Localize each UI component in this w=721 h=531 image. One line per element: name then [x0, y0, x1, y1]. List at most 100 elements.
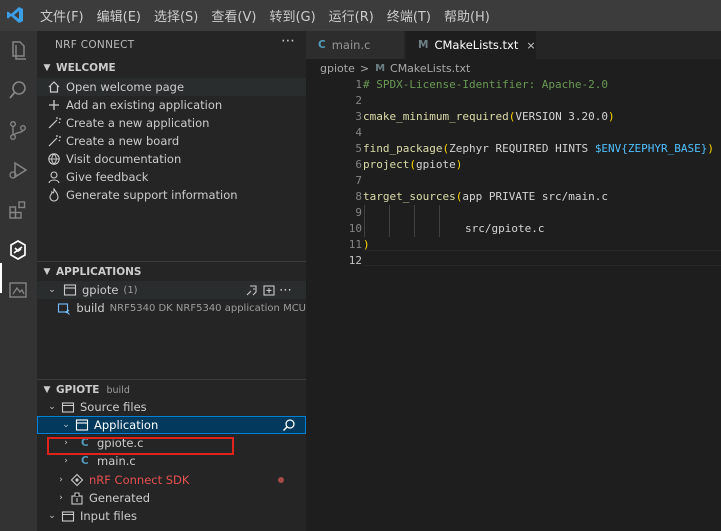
line-number: 4 [355, 126, 362, 139]
code-function: target_sources [363, 190, 456, 203]
code-line-3: cmake_minimum_required(VERSION 3.20.0) [363, 110, 615, 123]
chevron-down-icon: ▼ [43, 267, 51, 277]
tree-label: Input files [80, 509, 137, 523]
chevron-down-icon: ⌄ [48, 402, 56, 412]
tree-label: Generated [89, 491, 151, 505]
tree-application[interactable]: ⌄ Application [37, 416, 306, 434]
menu-file[interactable]: 文件(F) [40, 6, 84, 25]
welcome-item-add-existing[interactable]: Add an existing application [37, 96, 306, 114]
activity-bar [0, 31, 37, 531]
code-function: find_package [363, 142, 443, 155]
globe-icon [48, 153, 60, 165]
nrf-connect-sidebar: NRF CONNECT ⋯ ▼ WELCOME Open welcome pag… [37, 31, 306, 531]
welcome-item-create-board[interactable]: Create a new board [37, 132, 306, 150]
menu-view[interactable]: 查看(V) [211, 6, 256, 25]
tab-cmakelists[interactable]: M CMakeLists.txt × [406, 31, 536, 59]
breadcrumb-file[interactable]: CMakeLists.txt [390, 62, 470, 75]
gpiote-section-header[interactable]: ▼ GPIOTE build [37, 379, 306, 400]
build-config-icon [58, 303, 71, 315]
breadcrumb-folder[interactable]: gpiote [320, 62, 355, 75]
line-number: 3 [355, 110, 362, 123]
tree-input-files[interactable]: ⌄ Input files [37, 507, 306, 525]
welcome-item-label: Give feedback [66, 170, 149, 184]
sdk-icon [70, 473, 84, 487]
tree-label: Application [94, 418, 159, 432]
breadcrumb-separator: > [359, 61, 370, 75]
tree-source-files[interactable]: ⌄ Source files [37, 398, 306, 416]
application-window-icon [63, 284, 77, 296]
devicetree-icon[interactable] [7, 279, 29, 301]
run-debug-icon[interactable] [7, 159, 29, 181]
plus-icon [49, 100, 59, 110]
search-icon[interactable] [282, 418, 296, 432]
tree-label: nRF Connect SDK [89, 473, 190, 487]
chevron-right-icon: › [64, 456, 68, 466]
board-icon [48, 135, 61, 147]
menu-run[interactable]: 运行(R) [329, 6, 374, 25]
code-line-5: find_package(Zephyr REQUIRED HINTS $ENV{… [363, 142, 715, 155]
welcome-item-feedback[interactable]: Give feedback [37, 168, 306, 186]
app-more-actions-icon[interactable]: ⋯ [279, 283, 292, 298]
welcome-item-docs[interactable]: Visit documentation [37, 150, 306, 168]
code-args: VERSION 3.20.0 [515, 110, 609, 123]
chevron-down-icon: ⌄ [48, 511, 56, 521]
build-action-icon[interactable] [245, 283, 259, 297]
chevron-down-icon: ▼ [43, 385, 51, 395]
menu-go[interactable]: 转到(G) [269, 6, 315, 25]
code-args: Zephyr REQUIRED HINTS [449, 142, 595, 155]
welcome-item-support-info[interactable]: Generate support information [37, 186, 306, 204]
chevron-right-icon: › [59, 493, 63, 503]
search-icon[interactable] [7, 79, 29, 101]
line-number: 1 [355, 78, 362, 91]
code-line-10: src/gpiote.c [465, 222, 545, 235]
application-name: gpiote [82, 283, 119, 297]
add-build-config-icon[interactable] [262, 283, 276, 297]
tree-label: main.c [97, 454, 136, 468]
tree-generated[interactable]: › Generated [37, 489, 306, 507]
code-line-8: target_sources(app PRIVATE src/main.c [363, 190, 609, 203]
code-args: app PRIVATE src/main.c [462, 190, 609, 203]
build-config-item[interactable]: build NRF5340 DK NRF5340 application MCU [37, 299, 306, 317]
line-number: 7 [355, 174, 362, 187]
source-control-icon[interactable] [7, 119, 29, 141]
current-line-highlight [363, 250, 721, 266]
menu-selection[interactable]: 选择(S) [154, 6, 198, 25]
tab-label: CMakeLists.txt [434, 38, 519, 52]
welcome-header-label: WELCOME [56, 62, 116, 74]
code-args: gpiote [415, 158, 456, 171]
wand-icon [48, 117, 61, 129]
more-actions-icon[interactable]: ⋯ [281, 33, 295, 49]
c-file-icon: C [81, 455, 89, 467]
line-number: 11 [348, 238, 362, 251]
menu-terminal[interactable]: 终端(T) [387, 6, 431, 25]
welcome-item-label: Visit documentation [66, 152, 182, 166]
nrf-connect-icon[interactable] [7, 239, 29, 261]
active-view-indicator [0, 263, 2, 293]
menu-help[interactable]: 帮助(H) [444, 6, 490, 25]
menu-edit[interactable]: 编辑(E) [97, 6, 141, 25]
applications-header-label: APPLICATIONS [56, 266, 142, 278]
line-number: 2 [355, 94, 362, 107]
highlight-annotation-box [47, 437, 234, 455]
extensions-icon[interactable] [7, 199, 29, 221]
build-board-description: NRF5340 DK NRF5340 application MCU [109, 302, 306, 314]
explorer-icon[interactable] [7, 39, 29, 61]
cmake-file-icon: M [418, 39, 429, 51]
tab-main-c[interactable]: C main.c [306, 31, 404, 59]
welcome-item-create-app[interactable]: Create a new application [37, 114, 306, 132]
code-function: project [363, 158, 410, 171]
code-line-1: # SPDX-License-Identifier: Apache-2.0 [363, 78, 609, 91]
application-count: (1) [123, 284, 138, 296]
welcome-item-open-welcome[interactable]: Open welcome page [37, 78, 306, 96]
application-item-gpiote[interactable]: ⌄ gpiote (1) ⋯ [37, 281, 306, 299]
tree-nrf-connect-sdk[interactable]: › nRF Connect SDK [37, 471, 306, 489]
close-icon[interactable]: × [526, 39, 535, 52]
editor-tab-bar: C main.c M CMakeLists.txt × [306, 31, 721, 59]
applications-section-header[interactable]: ▼ APPLICATIONS [37, 261, 306, 282]
welcome-section-header[interactable]: ▼ WELCOME [37, 58, 306, 78]
chevron-right-icon: › [59, 475, 63, 485]
code-line-6: project(gpiote) [363, 158, 463, 171]
home-icon [48, 81, 60, 93]
welcome-item-label: Create a new board [66, 134, 180, 148]
indent-guide [414, 205, 415, 237]
